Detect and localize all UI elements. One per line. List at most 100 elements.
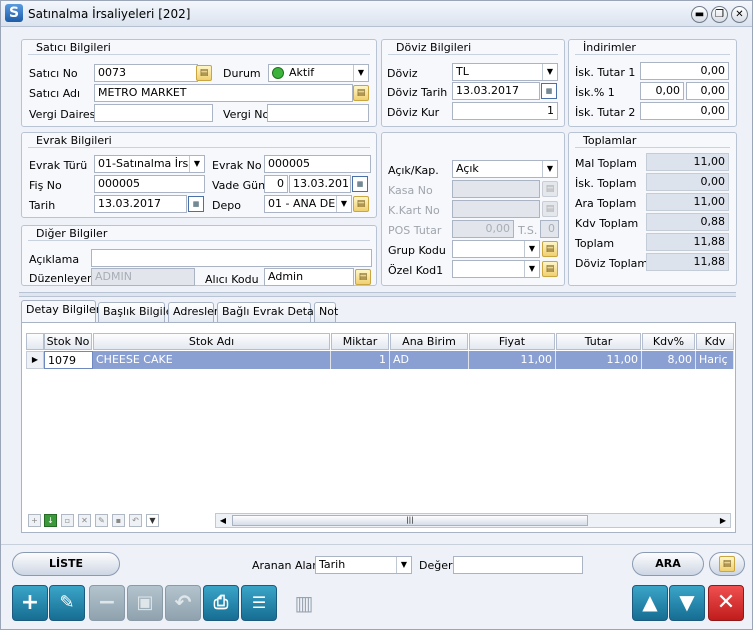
horizontal-scrollbar[interactable]: ◀ ||| ▶	[215, 513, 731, 528]
fis-no-input[interactable]: 000005	[94, 175, 205, 193]
deger-input[interactable]	[453, 556, 583, 574]
ara-button[interactable]: ARA	[632, 552, 704, 576]
chevron-down-icon[interactable]	[524, 241, 539, 257]
post-icon[interactable]: ▪	[112, 514, 125, 527]
vergi-dairesi-input[interactable]	[94, 104, 213, 122]
vade-tarih-input[interactable]: 13.03.2017	[289, 175, 351, 193]
calendar-icon[interactable]: ▦	[352, 176, 368, 192]
toplam-label: Ara Toplam	[575, 197, 637, 210]
minimize-button[interactable]: ▬	[691, 6, 708, 23]
nav-down-icon[interactable]: ↓	[44, 514, 57, 527]
evrak-turu-select[interactable]: 01-Satınalma İrsaliy	[94, 155, 205, 173]
grid-cell[interactable]: 1	[331, 351, 390, 369]
ozel-kod1-select[interactable]	[452, 260, 540, 278]
isk-tutar-2-input[interactable]: 0,00	[640, 102, 729, 120]
tab-detay-bilgileri[interactable]: Detay Bilgileri	[21, 300, 103, 322]
isk-yuzde-1b-input[interactable]: 0,00	[686, 82, 729, 100]
scroll-left-icon[interactable]: ◀	[216, 514, 230, 527]
delete-row-icon[interactable]: ✕	[78, 514, 91, 527]
grid-cell[interactable]: CHEESE CAKE	[93, 351, 331, 369]
evrak-no-input[interactable]: 000005	[264, 155, 371, 173]
grid-header[interactable]: Stok Adı	[93, 333, 330, 350]
grid-header[interactable]: Fiyat	[469, 333, 555, 350]
liste-button[interactable]: LİSTE	[12, 552, 120, 576]
chevron-down-icon[interactable]	[542, 64, 557, 80]
tab-baslik-bilgileri[interactable]: Başlık Bilgileri	[98, 302, 180, 322]
grid-cell[interactable]: 1079	[44, 351, 93, 369]
grid-header[interactable]: Miktar	[331, 333, 389, 350]
aciklama-input[interactable]	[91, 249, 372, 267]
grid-header[interactable]: Stok No	[44, 333, 92, 350]
print-button[interactable]: ⎙	[203, 585, 239, 621]
filter-icon[interactable]: ▼	[146, 514, 159, 527]
close-button[interactable]: ✕	[708, 585, 744, 621]
chevron-down-icon[interactable]	[524, 261, 539, 277]
grid-header[interactable]: Kdv%	[642, 333, 695, 350]
satici-adi-input[interactable]: METRO MARKET	[94, 84, 353, 102]
advanced-search-button[interactable]: ▤	[709, 552, 745, 576]
grid-header[interactable]: Kdv	[696, 333, 734, 350]
cancel-edit-icon[interactable]: ↶	[129, 514, 142, 527]
calendar-icon[interactable]: ▦	[188, 196, 204, 212]
chevron-down-icon[interactable]	[336, 196, 351, 212]
isk-yuzde-1a-input[interactable]: 0,00	[640, 82, 684, 100]
satici-adi-lookup-icon[interactable]: ▤	[353, 85, 369, 101]
doviz-kur-input[interactable]: 1	[452, 102, 558, 120]
doviz-tarih-label: Döviz Tarih	[387, 86, 448, 99]
tarih-input[interactable]: 13.03.2017	[94, 195, 187, 213]
next-record-button[interactable]: ▼	[669, 585, 705, 621]
doviz-tarih-input[interactable]: 13.03.2017	[452, 82, 540, 100]
aranan-alan-label: Aranan Alan	[252, 559, 320, 572]
fis-no-label: Fiş No	[29, 179, 62, 192]
grid-cell[interactable]: 8,00	[642, 351, 696, 369]
chevron-down-icon[interactable]	[189, 156, 204, 172]
alici-kodu-lookup-icon[interactable]: ▤	[355, 269, 371, 285]
tab-not[interactable]: Not	[314, 302, 338, 322]
grid-cell[interactable]: Hariç	[696, 351, 734, 369]
depo-select[interactable]: 01 - ANA DEPO	[264, 195, 352, 213]
edit-row-icon[interactable]: ✎	[95, 514, 108, 527]
splitter[interactable]	[19, 292, 736, 297]
depo-lookup-icon[interactable]: ▤	[353, 196, 369, 212]
previous-record-button[interactable]: ▲	[632, 585, 668, 621]
grup-kodu-lookup-icon[interactable]: ▤	[542, 241, 558, 257]
grid-cell[interactable]: AD	[390, 351, 469, 369]
aranan-alan-select[interactable]: Tarih	[315, 556, 412, 574]
maximize-button[interactable]: ❐	[711, 6, 728, 23]
row-indicator-icon[interactable]: ▶	[26, 351, 44, 369]
scroll-right-icon[interactable]: ▶	[716, 514, 730, 527]
toplam-value: 11,00	[646, 193, 729, 211]
grup-kodu-select[interactable]	[452, 240, 540, 258]
isk-tutar-1-input[interactable]: 0,00	[640, 62, 729, 80]
ozel-kod1-lookup-icon[interactable]: ▤	[542, 261, 558, 277]
tree-view-button[interactable]: ☰	[241, 585, 277, 621]
durum-select[interactable]: Aktif	[268, 64, 369, 82]
grid-cell[interactable]: 11,00	[556, 351, 642, 369]
scroll-thumb[interactable]: |||	[232, 515, 588, 526]
edit-button[interactable]: ✎	[49, 585, 85, 621]
tab-bagli-evrak-detayi[interactable]: Bağlı Evrak Detayı	[217, 302, 323, 322]
nav-first-icon[interactable]: +	[28, 514, 41, 527]
satici-no-input[interactable]: 0073	[94, 64, 198, 82]
alici-kodu-input[interactable]: Admin	[264, 268, 354, 286]
grid-cell[interactable]: 11,00	[469, 351, 556, 369]
chevron-down-icon[interactable]	[353, 65, 368, 81]
tab-adresler[interactable]: Adresler	[168, 302, 218, 322]
pos-tutar-input: 0,00	[452, 220, 514, 238]
tarih-label: Tarih	[29, 199, 56, 212]
grid-header[interactable]: Ana Birim	[390, 333, 468, 350]
insert-icon[interactable]: ▫	[61, 514, 74, 527]
doviz-select[interactable]: TL	[452, 63, 558, 81]
satici-no-lookup-icon[interactable]: ▤	[196, 65, 212, 81]
vade-gun-input[interactable]: 0	[264, 175, 288, 193]
chevron-down-icon[interactable]	[542, 161, 557, 177]
aranan-alan-value: Tarih	[319, 558, 346, 571]
calendar-icon[interactable]: ▦	[541, 83, 557, 99]
doviz-panel: Döviz Bilgileri Döviz TL Döviz Tarih 13.…	[381, 39, 565, 127]
vergi-no-input[interactable]	[267, 104, 369, 122]
acik-kap-select[interactable]: Açık	[452, 160, 558, 178]
close-window-button[interactable]: ✕	[731, 6, 748, 23]
grid-header[interactable]: Tutar	[556, 333, 641, 350]
add-button[interactable]: +	[12, 585, 48, 621]
chevron-down-icon[interactable]	[396, 557, 411, 573]
